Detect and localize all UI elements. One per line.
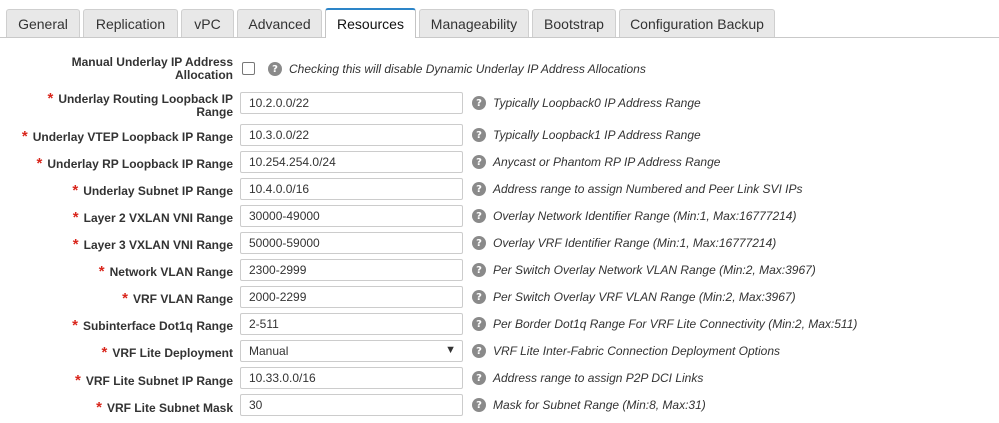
vrf-lite-subnet-input[interactable]: 10.33.0.0/16: [240, 367, 463, 389]
label-line-1: Underlay Subnet IP Range: [83, 184, 233, 198]
label-line-1: Subinterface Dot1q Range: [82, 319, 233, 333]
vrf-vlan-input[interactable]: 2000-2299: [240, 286, 463, 308]
required-marker: *: [122, 290, 128, 307]
underlay-routing-loopback-input[interactable]: 10.2.0.0/22: [240, 92, 463, 114]
label-line-1: Underlay RP Loopback IP Range: [47, 157, 233, 171]
field-label: * VRF Lite Deployment: [0, 344, 233, 361]
label-line-2: Range: [196, 105, 233, 119]
required-marker: *: [36, 155, 43, 172]
help-icon[interactable]: ?: [472, 209, 486, 223]
tab-configuration-backup[interactable]: Configuration Backup: [619, 9, 775, 37]
selected-value: Manual: [249, 344, 289, 358]
tab-advanced[interactable]: Advanced: [237, 9, 322, 37]
help-icon[interactable]: ?: [472, 371, 486, 385]
label-line-1: VRF Lite Subnet Mask: [106, 401, 233, 415]
tab-bar: General Replication vPC Advanced Resourc…: [0, 0, 999, 38]
label-line-1: Network VLAN Range: [109, 265, 233, 279]
label-line-1: VRF VLAN Range: [132, 292, 233, 306]
required-marker: *: [96, 399, 102, 416]
tab-replication[interactable]: Replication: [83, 9, 178, 37]
field-label: * Subinterface Dot1q Range: [0, 317, 233, 334]
field-hint: Overlay Network Identifier Range (Min:1,…: [493, 209, 797, 223]
network-vlan-input[interactable]: 2300-2999: [240, 259, 463, 281]
chevron-down-icon[interactable]: ▼: [445, 344, 456, 356]
tab-manageability[interactable]: Manageability: [419, 9, 529, 37]
underlay-rp-loopback-input[interactable]: 10.254.254.0/24: [240, 151, 463, 173]
label-line-1: Underlay Routing Loopback IP: [58, 92, 233, 106]
field-hint: Per Switch Overlay VRF VLAN Range (Min:2…: [493, 290, 796, 304]
vrf-lite-deployment-select[interactable]: Manual ▼: [240, 340, 463, 362]
required-marker: *: [21, 128, 28, 145]
help-icon[interactable]: ?: [472, 182, 486, 196]
field-hint: Address range to assign Numbered and Pee…: [493, 182, 803, 196]
field-label: * VRF VLAN Range: [0, 290, 233, 307]
field-label: * Layer 3 VXLAN VNI Range: [0, 236, 233, 253]
required-marker: *: [101, 344, 108, 361]
required-marker: *: [72, 182, 79, 199]
field-label: * VRF Lite Subnet IP Range: [0, 372, 233, 389]
label-line-1: VRF Lite Subnet IP Range: [85, 374, 233, 388]
required-marker: *: [47, 90, 54, 107]
label-line-1: Layer 3 VXLAN VNI Range: [83, 238, 233, 252]
underlay-vtep-loopback-input[interactable]: 10.3.0.0/22: [240, 124, 463, 146]
layer3-vni-input[interactable]: 50000-59000: [240, 232, 463, 254]
field-hint: VRF Lite Inter-Fabric Connection Deploym…: [493, 344, 781, 358]
help-icon[interactable]: ?: [472, 398, 486, 412]
help-icon[interactable]: ?: [472, 290, 486, 304]
help-icon[interactable]: ?: [472, 236, 486, 250]
help-icon[interactable]: ?: [472, 96, 486, 110]
field-hint: Typically Loopback1 IP Address Range: [493, 128, 701, 142]
tab-resources[interactable]: Resources: [325, 8, 416, 38]
required-marker: *: [72, 209, 79, 226]
field-label: * Underlay Routing Loopback IP Range: [0, 90, 233, 119]
field-hint: Overlay VRF Identifier Range (Min:1, Max…: [493, 236, 777, 250]
field-hint: Checking this will disable Dynamic Under…: [289, 62, 646, 76]
vrf-lite-subnet-mask-input[interactable]: 30: [240, 394, 463, 416]
required-marker: *: [72, 236, 79, 253]
help-icon[interactable]: ?: [472, 317, 486, 331]
required-marker: *: [98, 263, 105, 280]
required-marker: *: [72, 317, 78, 334]
manual-underlay-allocation-checkbox[interactable]: [242, 62, 255, 75]
label-line-2: Allocation: [174, 68, 233, 82]
help-icon[interactable]: ?: [472, 128, 486, 142]
layer2-vni-input[interactable]: 30000-49000: [240, 205, 463, 227]
field-label: * Layer 2 VXLAN VNI Range: [0, 209, 233, 226]
help-icon[interactable]: ?: [472, 263, 486, 277]
label-line-1: Underlay VTEP Loopback IP Range: [32, 130, 233, 144]
field-hint: Anycast or Phantom RP IP Address Range: [493, 155, 721, 169]
required-marker: *: [75, 372, 81, 389]
field-label: * Underlay Subnet IP Range: [0, 182, 233, 199]
field-hint: Per Border Dot1q Range For VRF Lite Conn…: [493, 317, 858, 331]
field-hint: Mask for Subnet Range (Min:8, Max:31): [493, 398, 706, 412]
tab-vpc[interactable]: vPC: [181, 9, 234, 37]
tab-bootstrap[interactable]: Bootstrap: [532, 9, 616, 37]
field-hint: Per Switch Overlay Network VLAN Range (M…: [493, 263, 816, 277]
field-hint: Typically Loopback0 IP Address Range: [493, 96, 701, 110]
subinterface-dot1q-input[interactable]: 2-511: [240, 313, 463, 335]
field-label: * VRF Lite Subnet Mask: [0, 399, 233, 416]
underlay-subnet-input[interactable]: 10.4.0.0/16: [240, 178, 463, 200]
label-line-1: Layer 2 VXLAN VNI Range: [83, 211, 233, 225]
field-label: * Underlay RP Loopback IP Range: [0, 155, 233, 172]
help-icon[interactable]: ?: [472, 344, 486, 358]
field-label: * Network VLAN Range: [0, 263, 233, 280]
tab-general[interactable]: General: [6, 9, 80, 37]
field-label: Manual Underlay IP Address Allocation: [0, 56, 233, 82]
help-icon[interactable]: ?: [472, 155, 486, 169]
field-label: * Underlay VTEP Loopback IP Range: [0, 128, 233, 145]
field-hint: Address range to assign P2P DCI Links: [493, 371, 704, 385]
label-line-1: VRF Lite Deployment: [112, 346, 233, 360]
help-icon[interactable]: ?: [268, 62, 282, 76]
